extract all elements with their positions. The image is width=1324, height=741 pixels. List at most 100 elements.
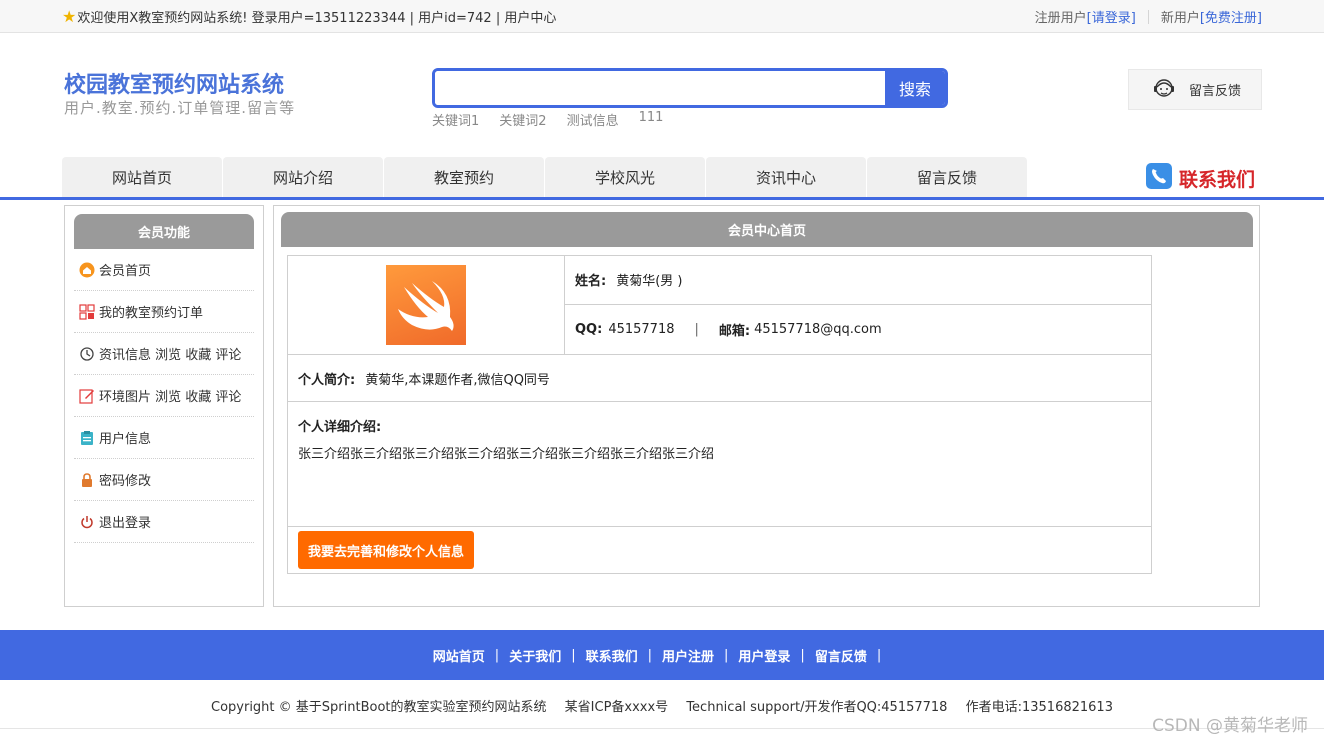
keyword-link[interactable]: 测试信息 — [567, 110, 619, 129]
support-text: Technical support/开发作者QQ:45157718 — [686, 700, 948, 715]
qq-value: 45157718 — [608, 321, 675, 337]
star-icon: ★ — [62, 6, 77, 26]
copyright-text: Copyright © 基于SprintBoot的教室实验室预约网站系统 — [211, 700, 547, 715]
footer-link-register[interactable]: 用户注册 — [662, 646, 714, 665]
search-box: 搜索 — [432, 68, 948, 108]
sidebar-item-label: 密码修改 — [99, 474, 152, 489]
member-sidebar: 会员功能 会员首页 我的教室预约订单 资讯信息 浏览 收藏 评论 环境图片 浏览… — [64, 205, 264, 607]
nav-item-feedback[interactable]: 留言反馈 — [867, 157, 1027, 197]
sidebar-item-my-orders[interactable]: 我的教室预约订单 — [74, 291, 254, 333]
contact-us-label: 联系我们 — [1179, 168, 1256, 191]
avatar — [386, 265, 466, 345]
detail-value: 张三介绍张三介绍张三介绍张三介绍张三介绍张三介绍张三介绍张三介绍 — [298, 447, 715, 462]
nav-item-home[interactable]: 网站首页 — [62, 157, 222, 197]
profile-table: 姓名: 黄菊华(男 ) QQ: 45157718 | 邮箱: 45157718@… — [287, 255, 1152, 574]
profile-top-row: 姓名: 黄菊华(男 ) QQ: 45157718 | 邮箱: 45157718@… — [288, 256, 1151, 355]
phone-icon — [1145, 162, 1173, 194]
headset-icon — [1151, 75, 1177, 105]
footer-link-home[interactable]: 网站首页 — [433, 646, 485, 665]
site-title[interactable]: 校园教室预约网站系统 — [64, 67, 284, 99]
sidebar-item-label: 用户信息 — [99, 432, 152, 447]
sidebar-item-logout[interactable]: 退出登录 — [74, 501, 254, 543]
footer-separator: | — [876, 647, 882, 663]
search-button[interactable]: 搜索 — [885, 71, 945, 105]
register-link[interactable]: [免费注册] — [1200, 7, 1262, 26]
sidebar-item-password[interactable]: 密码修改 — [74, 459, 254, 501]
panel-title: 会员中心首页 — [281, 212, 1253, 247]
copyright-bar: Copyright © 基于SprintBoot的教室实验室预约网站系统 某省I… — [0, 696, 1324, 715]
sidebar-item-user-info[interactable]: 用户信息 — [74, 417, 254, 459]
feedback-button[interactable]: 留言反馈 — [1128, 69, 1262, 110]
welcome-bar: ★ 欢迎使用X教室预约网站系统! 登录用户=13511223344 | 用户id… — [62, 7, 556, 26]
sidebar-item-label: 会员首页 — [99, 264, 152, 279]
nav-item-intro[interactable]: 网站介绍 — [223, 157, 383, 197]
phone-text: 作者电话:13516821613 — [965, 700, 1113, 715]
sidebar-item-pictures[interactable]: 环境图片 浏览 收藏 评论 — [74, 375, 254, 417]
main-nav: 网站首页 网站介绍 教室预约 学校风光 资讯中心 留言反馈 — [62, 157, 1028, 197]
bottom-divider — [0, 728, 1324, 729]
nav-underline — [0, 197, 1324, 200]
footer-separator: | — [571, 647, 576, 663]
action-row: 我要去完善和修改个人信息 — [288, 527, 1151, 573]
email-value: 45157718@qq.com — [754, 321, 882, 337]
new-user-label: 新用户 — [1160, 11, 1200, 26]
history-icon — [79, 346, 95, 362]
divider — [1147, 9, 1149, 24]
email-label: 邮箱: — [718, 323, 751, 339]
detail-label: 个人详细介绍: — [298, 420, 382, 435]
power-icon — [79, 514, 95, 530]
intro-row: 个人简介: 黄菊华,本课题作者,微信QQ同号 — [288, 355, 1151, 402]
nav-item-news[interactable]: 资讯中心 — [706, 157, 866, 197]
login-link[interactable]: [请登录] — [1087, 7, 1136, 26]
home-icon — [79, 262, 95, 278]
grid-icon — [79, 303, 95, 320]
footer-link-about[interactable]: 关于我们 — [509, 646, 561, 665]
footer-separator: | — [494, 647, 500, 663]
footer-separator: | — [724, 647, 729, 663]
sidebar-item-label: 退出登录 — [99, 516, 152, 531]
watermark: CSDN @黄菊华老师 — [1152, 716, 1308, 736]
edit-profile-button[interactable]: 我要去完善和修改个人信息 — [298, 531, 475, 569]
detail-row: 个人详细介绍: 张三介绍张三介绍张三介绍张三介绍张三介绍张三介绍张三介绍张三介绍 — [288, 402, 1151, 527]
basic-info: 姓名: 黄菊华(男 ) QQ: 45157718 | 邮箱: 45157718@… — [565, 256, 1151, 354]
account-links: 注册用户 [请登录] 新用户 [免费注册] — [1035, 7, 1262, 26]
footer-link-feedback[interactable]: 留言反馈 — [815, 646, 867, 665]
intro-label: 个人简介: — [298, 372, 356, 388]
footer-separator: | — [800, 647, 805, 663]
name-row: 姓名: 黄菊华(男 ) — [565, 256, 1151, 305]
avatar-cell — [288, 256, 565, 354]
name-label: 姓名: — [575, 274, 607, 290]
welcome-text: 欢迎使用X教室预约网站系统! 登录用户=13511223344 | 用户id=7… — [77, 11, 557, 26]
sidebar-item-label: 环境图片 浏览 收藏 评论 — [99, 390, 242, 405]
footer-separator: | — [647, 647, 652, 663]
sidebar-item-label: 我的教室预约订单 — [99, 306, 204, 321]
nav-item-booking[interactable]: 教室预约 — [384, 157, 544, 197]
keyword-link[interactable]: 关键词2 — [499, 110, 546, 129]
clipboard-icon — [79, 430, 95, 446]
swift-logo-icon — [398, 281, 454, 331]
edit-icon — [79, 388, 95, 404]
sidebar-item-label: 资讯信息 浏览 收藏 评论 — [99, 348, 242, 363]
sidebar-item-member-home[interactable]: 会员首页 — [74, 249, 254, 291]
footer-nav: 网站首页 | 关于我们 | 联系我们 | 用户注册 | 用户登录 | 留言反馈 | — [0, 630, 1324, 680]
registered-user-label: 注册用户 — [1034, 11, 1087, 26]
member-main-panel: 会员中心首页 姓名: 黄菊华(男 ) QQ: 45157718 | 邮箱: 45… — [273, 205, 1260, 607]
footer-link-login[interactable]: 用户登录 — [738, 646, 790, 665]
top-bar: ★ 欢迎使用X教室预约网站系统! 登录用户=13511223344 | 用户id… — [0, 0, 1324, 33]
keyword-link[interactable]: 关键词1 — [432, 110, 479, 129]
qq-label: QQ: — [575, 321, 603, 337]
sidebar-item-news[interactable]: 资讯信息 浏览 收藏 评论 — [74, 333, 254, 375]
sidebar-title: 会员功能 — [74, 214, 254, 249]
lock-icon — [79, 472, 95, 488]
icp-text: 某省ICP备xxxx号 — [564, 700, 669, 715]
feedback-label: 留言反馈 — [1189, 84, 1242, 99]
footer-link-contact[interactable]: 联系我们 — [586, 646, 638, 665]
keyword-link[interactable]: 111 — [639, 110, 664, 129]
name-value: 黄菊华(男 ) — [616, 274, 683, 290]
contact-us-link[interactable]: 联系我们 — [1145, 162, 1255, 194]
contact-row: QQ: 45157718 | 邮箱: 45157718@qq.com — [565, 305, 1151, 354]
nav-item-scenery[interactable]: 学校风光 — [545, 157, 705, 197]
search-input[interactable] — [435, 71, 885, 105]
hot-keywords: 关键词1 关键词2 测试信息 111 — [432, 110, 683, 129]
intro-value: 黄菊华,本课题作者,微信QQ同号 — [365, 372, 550, 388]
